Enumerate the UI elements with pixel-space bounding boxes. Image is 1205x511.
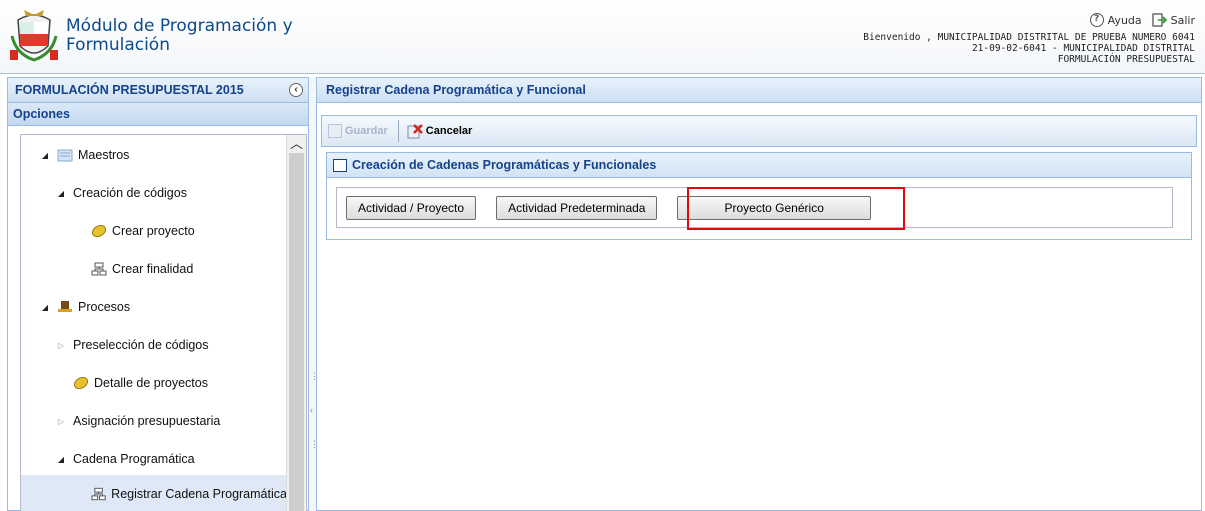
hierarchy-icon: [91, 487, 106, 501]
hierarchy-icon: [91, 262, 107, 276]
chain-creation-section: Creación de Cadenas Programáticas y Func…: [326, 152, 1192, 240]
navigation-panel-header: FORMULACIÓN PRESUPUESTAL 2015 ‹: [8, 78, 308, 103]
tree-item-label: Preselección de códigos: [73, 338, 209, 352]
cancel-icon: [407, 123, 423, 138]
collapsed-arrow-icon[interactable]: ▷: [55, 417, 67, 426]
help-link[interactable]: ? Ayuda: [1089, 13, 1142, 27]
tree-item-label: Cadena Programática: [73, 452, 195, 466]
panel-splitter[interactable]: ⋮ ‹ ⋮: [309, 77, 319, 511]
tree-item-label: Crear finalidad: [112, 262, 194, 276]
navigation-panel: FORMULACIÓN PRESUPUESTAL 2015 ‹ Opciones…: [7, 77, 309, 511]
main-panel: Registrar Cadena Programática y Funciona…: [316, 77, 1202, 511]
tree-item-detalle-proyectos[interactable]: Detalle de proyectos: [21, 373, 287, 393]
expanded-arrow-icon[interactable]: ◢: [55, 455, 67, 464]
expanded-arrow-icon[interactable]: ◢: [39, 151, 51, 160]
hat-icon: [58, 301, 72, 312]
welcome-info: Bienvenido , MUNICIPALIDAD DISTRITAL DE …: [863, 32, 1195, 65]
tree-item-label: Registrar Cadena Programática y: [111, 487, 287, 501]
welcome-line-module: FORMULACIÓN PRESUPUESTAL: [1057, 54, 1195, 65]
tree-content: ◢ Maestros ◢ Creación de códigos Crear p…: [21, 135, 287, 511]
exit-link[interactable]: Salir: [1151, 13, 1195, 27]
tree-item-crear-proyecto[interactable]: Crear proyecto: [21, 221, 287, 241]
tree-item-label: Maestros: [78, 148, 130, 162]
project-icon: [91, 224, 107, 238]
save-button[interactable]: Guardar: [328, 124, 388, 138]
chain-type-button-group: Actividad / Proyecto Actividad Predeterm…: [336, 187, 1173, 228]
tree-item-maestros[interactable]: ◢ Maestros: [21, 145, 287, 165]
app-header: Módulo de Programación y Formulación ? A…: [0, 0, 1205, 74]
navigation-panel-title: FORMULACIÓN PRESUPUESTAL 2015: [15, 83, 244, 97]
proyecto-generico-button[interactable]: Proyecto Genérico: [677, 195, 871, 220]
toolbar: Guardar Cancelar: [321, 115, 1197, 147]
help-icon: ?: [1089, 13, 1104, 27]
chain-creation-section-header: Creación de Cadenas Programáticas y Func…: [327, 153, 1191, 178]
save-icon: [328, 124, 342, 138]
collapse-panel-button[interactable]: ‹: [289, 83, 303, 97]
cancel-label: Cancelar: [425, 125, 473, 137]
tree-item-label: Crear proyecto: [112, 224, 195, 238]
tree-item-asignacion-presupuestaria[interactable]: ▷ Asignación presupuestaria: [21, 411, 287, 431]
cancel-button[interactable]: Cancelar: [407, 123, 473, 139]
options-tree: ◢ Maestros ◢ Creación de códigos Crear p…: [20, 134, 307, 511]
tree-item-procesos[interactable]: ◢ Procesos: [21, 297, 287, 317]
save-label: Guardar: [345, 125, 388, 137]
actividad-proyecto-button[interactable]: Actividad / Proyecto: [346, 195, 477, 220]
tree-item-label: Creación de códigos: [73, 186, 187, 200]
toolbar-separator: [397, 120, 399, 142]
expanded-arrow-icon[interactable]: ◢: [39, 303, 51, 312]
project-icon: [73, 376, 89, 390]
peru-coat-of-arms-logo: [10, 10, 58, 62]
main-panel-title: Registrar Cadena Programática y Funciona…: [317, 78, 1201, 103]
tree-item-label: Detalle de proyectos: [94, 376, 208, 390]
tree-scrollbar[interactable]: ︿: [286, 135, 306, 511]
splitter-collapse-arrow-icon[interactable]: ‹: [310, 405, 313, 415]
actividad-predeterminada-button[interactable]: Actividad Predeterminada: [496, 195, 658, 220]
tree-item-creacion-codigos[interactable]: ◢ Creación de códigos: [21, 183, 287, 203]
tree-item-preseleccion-codigos[interactable]: ▷ Preselección de códigos: [21, 335, 287, 355]
expanded-arrow-icon[interactable]: ◢: [55, 189, 67, 198]
app-title: Módulo de Programación y Formulación: [66, 16, 293, 55]
tree-item-registrar-cadena[interactable]: Registrar Cadena Programática y: [21, 475, 287, 511]
scrollbar-thumb[interactable]: [289, 153, 304, 511]
collapsed-arrow-icon[interactable]: ▷: [55, 341, 67, 350]
tree-item-label: Procesos: [78, 300, 131, 314]
welcome-line-user: Bienvenido , MUNICIPALIDAD DISTRITAL DE …: [863, 32, 1195, 43]
help-label: Ayuda: [1107, 13, 1142, 27]
section-toggle-checkbox[interactable]: [333, 158, 347, 172]
exit-icon: [1151, 13, 1167, 27]
scroll-up-arrow-icon[interactable]: ︿: [287, 135, 306, 153]
options-header: Opciones: [8, 103, 308, 126]
welcome-line-entity: 21-09-02-6041 - MUNICIPALIDAD DISTRITAL: [971, 43, 1195, 54]
tree-item-label: Asignación presupuestaria: [73, 414, 221, 428]
section-title: Creación de Cadenas Programáticas y Func…: [352, 157, 657, 172]
tree-item-cadena-programatica[interactable]: ◢ Cadena Programática: [21, 449, 287, 469]
folder-icon: [57, 149, 73, 162]
tree-item-crear-finalidad[interactable]: Crear finalidad: [21, 259, 287, 279]
exit-label: Salir: [1170, 13, 1195, 27]
